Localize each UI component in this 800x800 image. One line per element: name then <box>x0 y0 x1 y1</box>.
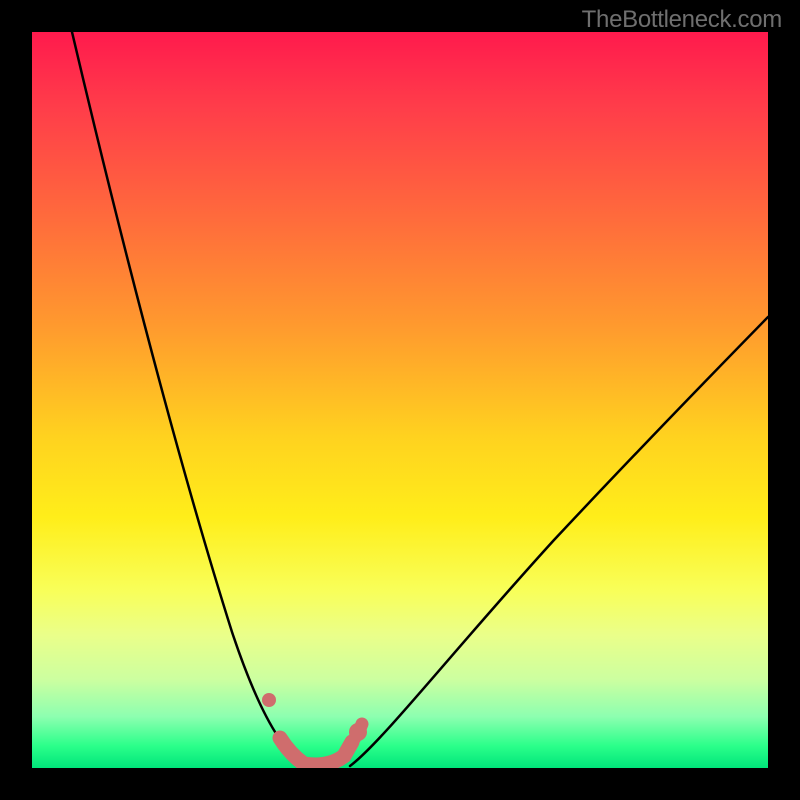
curves-svg <box>32 32 768 768</box>
right-dot-icon <box>349 723 367 741</box>
plot-area <box>32 32 768 768</box>
watermark-text: TheBottleneck.com <box>582 6 782 34</box>
trough-band <box>280 738 352 765</box>
left-curve <box>72 32 308 766</box>
left-dot-icon <box>262 693 276 707</box>
chart-frame: TheBottleneck.com <box>0 0 800 800</box>
right-curve <box>350 317 768 766</box>
